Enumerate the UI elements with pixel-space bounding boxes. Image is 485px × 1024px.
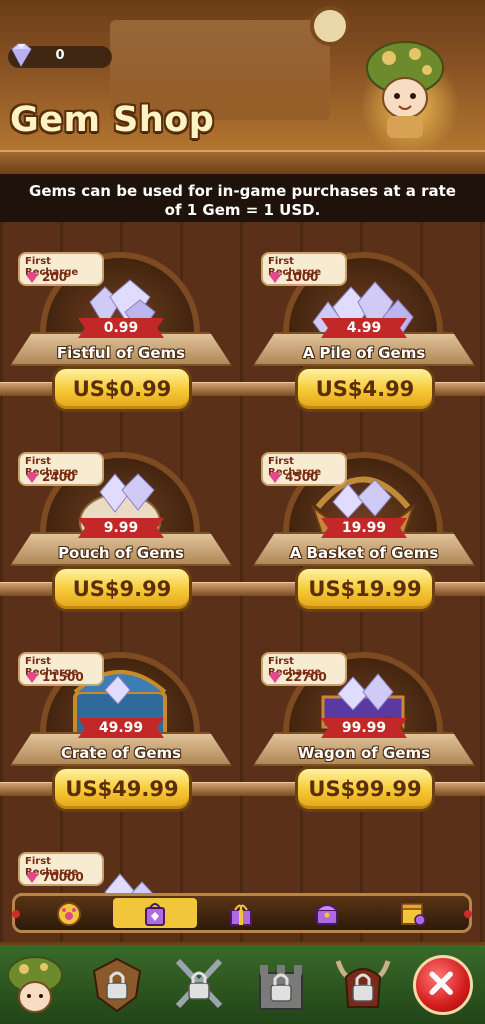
bottom-nav xyxy=(0,942,485,1024)
close-icon xyxy=(429,971,453,995)
pack-name: Wagon of Gems xyxy=(297,744,431,762)
gem-balance-counter: 0 xyxy=(8,43,112,68)
bonus-amount: 4500 xyxy=(285,470,319,484)
small-gem-icon xyxy=(26,672,38,683)
close-button[interactable] xyxy=(413,955,473,1015)
small-gem-icon xyxy=(26,872,38,883)
first-recharge-badge: First Recharge 2400 xyxy=(18,452,104,486)
price-ribbon: 0.99 xyxy=(78,318,164,338)
gem-pack-card-2: First Recharge 2400 9.99 Pouch of Gems U… xyxy=(0,422,242,622)
gem-pack-card-4: First Recharge 11500 49.99 Crate of Gems… xyxy=(0,622,242,822)
pack-name: A Pile of Gems xyxy=(302,344,426,362)
buy-button[interactable]: US$4.99 xyxy=(295,366,435,412)
small-gem-icon xyxy=(269,472,281,483)
locked-shield-icon xyxy=(92,957,142,1013)
pack-name: Pouch of Gems xyxy=(58,544,184,562)
gem-pack-card-1: First Recharge 1000 4.99 A Pile of Gems … xyxy=(243,222,485,422)
bonus-amount: 22700 xyxy=(285,670,327,684)
first-recharge-badge: First Recharge 4500 xyxy=(261,452,347,486)
buy-button[interactable]: US$19.99 xyxy=(295,566,435,612)
bonus-amount: 200 xyxy=(42,270,68,284)
tab-paw-badge[interactable] xyxy=(27,898,111,928)
bonus-amount: 2400 xyxy=(42,470,76,484)
mushroom-shopkeeper-icon xyxy=(366,41,444,138)
first-recharge-badge: First Recharge 1000 xyxy=(261,252,347,286)
header-sill xyxy=(0,150,485,174)
pack-name: Fistful of Gems xyxy=(56,344,186,362)
pack-name: A Basket of Gems xyxy=(289,544,439,562)
tab-gift-box[interactable] xyxy=(199,898,283,928)
timed-shop-icon xyxy=(401,903,426,926)
first-recharge-badge: First Recharge 200 xyxy=(18,252,104,286)
gem-pack-card-3: First Recharge 4500 19.99 A Basket of Ge… xyxy=(243,422,485,622)
nav-locked-shield[interactable] xyxy=(86,951,148,1021)
buy-button[interactable]: US$99.99 xyxy=(295,766,435,812)
buy-button[interactable]: US$49.99 xyxy=(52,766,192,812)
gift-box-icon xyxy=(230,904,252,926)
small-gem-icon xyxy=(26,472,38,483)
info-banner: Gems can be used for in-game purchases a… xyxy=(0,174,485,222)
first-recharge-badge: First Recharge 11500 xyxy=(18,652,104,686)
locked-swords-icon xyxy=(175,958,223,1009)
bar-end-ornament xyxy=(464,910,472,918)
first-recharge-badge: First Recharge 70000 xyxy=(18,852,104,886)
tab-chest[interactable] xyxy=(285,898,369,928)
nav-hero[interactable] xyxy=(4,951,66,1021)
price-ribbon: 99.99 xyxy=(321,718,407,738)
bonus-amount: 1000 xyxy=(285,270,319,284)
category-tab-bar xyxy=(12,893,472,933)
price-ribbon: 9.99 xyxy=(78,518,164,538)
tab-gem-bag[interactable] xyxy=(113,898,197,928)
tab-timed-shop[interactable] xyxy=(371,898,455,928)
bar-end-ornament xyxy=(12,910,20,918)
price-ribbon: 4.99 xyxy=(321,318,407,338)
gem-bag-icon xyxy=(145,903,165,926)
gem-balance-value: 0 xyxy=(55,48,65,63)
pack-name: Crate of Gems xyxy=(60,744,182,762)
chest-icon xyxy=(316,904,338,925)
nav-locked-castle[interactable] xyxy=(250,951,312,1021)
small-gem-icon xyxy=(26,272,38,283)
nav-locked-helmet[interactable] xyxy=(332,951,394,1021)
shop-header: 0 Gem Shop xyxy=(0,0,485,160)
gem-pack-card-0: First Recharge 200 0.99 Fistful of Gems … xyxy=(0,222,242,422)
wall-clock-icon xyxy=(310,6,350,46)
price-ribbon: 19.99 xyxy=(321,518,407,538)
gem-pack-card-5: First Recharge 22700 99.99 Wagon of Gems… xyxy=(243,622,485,822)
buy-button[interactable]: US$9.99 xyxy=(52,566,192,612)
price-ribbon: 49.99 xyxy=(78,718,164,738)
shop-grid: First Recharge 200 0.99 Fistful of Gems … xyxy=(0,222,485,942)
locked-horned-helmet-icon xyxy=(335,960,391,1008)
bonus-amount: 11500 xyxy=(42,670,84,684)
paw-badge-icon xyxy=(57,902,81,926)
page-title: Gem Shop xyxy=(10,100,215,140)
mushroom-hero-icon xyxy=(7,956,63,1013)
buy-button[interactable]: US$0.99 xyxy=(52,366,192,412)
small-gem-icon xyxy=(269,672,281,683)
locked-castle-icon xyxy=(259,965,303,1010)
first-recharge-badge: First Recharge 22700 xyxy=(261,652,347,686)
small-gem-icon xyxy=(269,272,281,283)
nav-locked-swords[interactable] xyxy=(168,951,230,1021)
bonus-amount: 70000 xyxy=(42,870,84,884)
